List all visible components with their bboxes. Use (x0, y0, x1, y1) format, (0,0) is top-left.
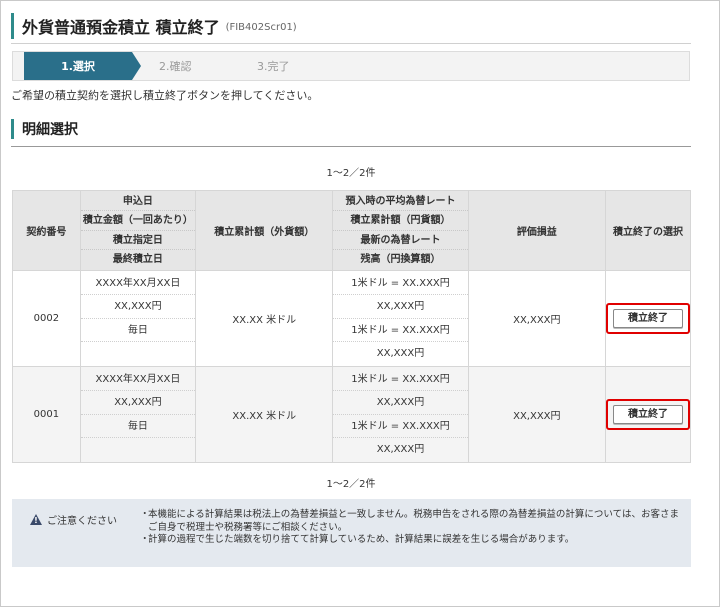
header-accumulated-fx: 積立累計額（外貨額） (195, 190, 334, 271)
page-title: 外貨普通預金積立 積立終了 (FIB402Scr01) (11, 13, 297, 39)
page-title-text: 外貨普通預金積立 積立終了 (22, 18, 220, 37)
notice-heading-text: ご注意ください (47, 516, 117, 527)
notice-list: ・ 本機能による計算結果は税法上の為替差損益と一致しません。税務申告をされる際の… (140, 509, 685, 547)
header-rates: 預入時の平均為替レート 積立累計額（円貨額） 最新の為替レート 残高（円換算額） (332, 190, 469, 271)
button-highlight: 積立終了 (605, 399, 690, 430)
notice-item-text: 本機能による計算結果は税法上の為替差損益と一致しません。税務申告をされる際の為替… (148, 509, 679, 533)
title-divider (11, 43, 691, 44)
header-valuation: 評価損益 (467, 190, 606, 271)
instruction-text: ご希望の積立契約を選択し積立終了ボタンを押してください。 (11, 89, 319, 102)
contract-no: 0001 (12, 366, 81, 463)
select-cell: 積立終了 (604, 270, 692, 367)
accumulated-jpy: XX,XXX円 (333, 295, 468, 319)
latest-rate: 1米ドル = XX.XXX円 (333, 415, 468, 438)
notice-item: ・ 計算の過程で生じた端数を切り捨てて計算しているため、計算結果に誤差を生じる場… (140, 534, 575, 545)
designated-date: 毎日 (80, 319, 196, 342)
step-confirm: 2.確認 (159, 60, 192, 73)
balance-jpy: XX,XXX円 (376, 348, 425, 359)
section-divider (11, 146, 691, 147)
contract-table: 契約番号 申込日 積立金額（一回あたり） 積立指定日 最終積立日 積立累計額（外… (12, 190, 692, 463)
rates-cell: 1米ドル = XX.XXX円 XX,XXX円 1米ドル = XX.XXX円 XX… (332, 270, 469, 367)
header-amount-per-time: 積立金額（一回あたり） (80, 211, 196, 231)
valuation: XX,XXX円 (467, 270, 606, 367)
header-latest-rate: 最新の為替レート (333, 231, 468, 250)
header-contract-no: 契約番号 (12, 190, 81, 271)
header-last-date: 最終積立日 (112, 254, 163, 265)
accumulated-fx: XX.XX 米ドル (195, 270, 334, 367)
application-date: XXXX年XX月XX日 (80, 368, 196, 391)
table-row: 0001 XXXX年XX月XX日 XX,XXX円 毎日 XX.XX 米ドル 1米… (12, 366, 692, 463)
screen-code: (FIB402Scr01) (225, 22, 297, 33)
header-application-date: 申込日 (80, 192, 196, 211)
button-highlight: 積立終了 (605, 303, 690, 334)
notice-box: ! ご注意ください ・ 本機能による計算結果は税法上の為替差損益と一致しません。… (12, 499, 691, 567)
table-row: 0002 XXXX年XX月XX日 XX,XXX円 毎日 XX.XX 米ドル 1米… (12, 270, 692, 367)
step-arrow-icon (132, 52, 141, 80)
pagination-count-top: 1～2／2件 (326, 168, 376, 179)
application-cell: XXXX年XX月XX日 XX,XXX円 毎日 (79, 366, 197, 463)
end-accumulation-button[interactable]: 積立終了 (612, 309, 683, 328)
amount-per-time: XX,XXX円 (80, 295, 196, 319)
header-balance-jpy: 残高（円換算額） (360, 254, 441, 265)
section-title: 明細選択 (11, 119, 78, 139)
page-frame: 外貨普通預金積立 積立終了 (FIB402Scr01) 1.選択 2.確認 3.… (0, 0, 720, 607)
warning-icon: ! (30, 514, 42, 525)
avg-rate: 1米ドル = XX.XXX円 (333, 368, 468, 391)
pagination-count-bottom: 1～2／2件 (326, 479, 376, 490)
select-cell: 積立終了 (604, 366, 692, 463)
header-accumulated-jpy: 積立累計額（円貨額） (333, 211, 468, 231)
contract-no: 0002 (12, 270, 81, 367)
notice-heading: ! ご注意ください (30, 512, 117, 527)
header-select: 積立終了の選択 (604, 190, 692, 271)
rates-cell: 1米ドル = XX.XXX円 XX,XXX円 1米ドル = XX.XXX円 XX… (332, 366, 469, 463)
step-complete: 3.完了 (257, 60, 290, 73)
step-select: 1.選択 (24, 52, 132, 80)
application-date: XXXX年XX月XX日 (80, 272, 196, 295)
application-cell: XXXX年XX月XX日 XX,XXX円 毎日 (79, 270, 197, 367)
header-designated-date: 積立指定日 (80, 231, 196, 250)
progress-stepper: 1.選択 2.確認 3.完了 (12, 51, 690, 81)
avg-rate: 1米ドル = XX.XXX円 (333, 272, 468, 295)
header-avg-rate: 預入時の平均為替レート (333, 192, 468, 211)
last-date (81, 438, 195, 462)
end-accumulation-button[interactable]: 積立終了 (612, 405, 683, 424)
notice-item: ・ 本機能による計算結果は税法上の為替差損益と一致しません。税務申告をされる際の… (140, 509, 685, 534)
valuation: XX,XXX円 (467, 366, 606, 463)
notice-item-text: 計算の過程で生じた端数を切り捨てて計算しているため、計算結果に誤差を生じる場合が… (148, 534, 575, 545)
accumulated-fx: XX.XX 米ドル (195, 366, 334, 463)
table-header-row: 契約番号 申込日 積立金額（一回あたり） 積立指定日 最終積立日 積立累計額（外… (12, 190, 692, 271)
balance-jpy: XX,XXX円 (376, 444, 425, 455)
amount-per-time: XX,XXX円 (80, 391, 196, 415)
last-date (81, 342, 195, 366)
designated-date: 毎日 (80, 415, 196, 438)
accumulated-jpy: XX,XXX円 (333, 391, 468, 415)
header-application: 申込日 積立金額（一回あたり） 積立指定日 最終積立日 (79, 190, 197, 271)
latest-rate: 1米ドル = XX.XXX円 (333, 319, 468, 342)
